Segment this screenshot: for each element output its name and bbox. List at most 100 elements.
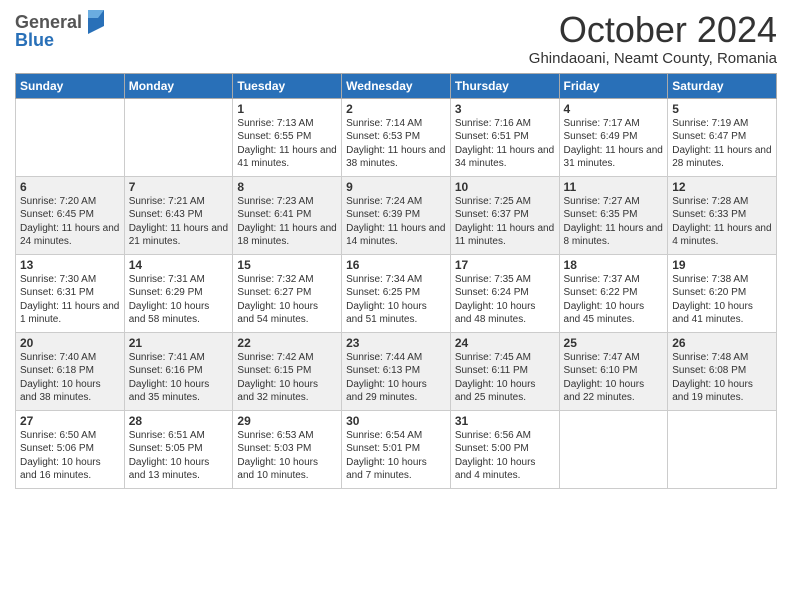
calendar-cell: 11Sunrise: 7:27 AMSunset: 6:35 PMDayligh… <box>559 176 668 254</box>
calendar-cell: 17Sunrise: 7:35 AMSunset: 6:24 PMDayligh… <box>450 254 559 332</box>
calendar-cell: 8Sunrise: 7:23 AMSunset: 6:41 PMDaylight… <box>233 176 342 254</box>
calendar-cell: 29Sunrise: 6:53 AMSunset: 5:03 PMDayligh… <box>233 410 342 488</box>
day-number: 26 <box>672 336 772 350</box>
calendar-cell: 15Sunrise: 7:32 AMSunset: 6:27 PMDayligh… <box>233 254 342 332</box>
logo-icon <box>84 8 106 34</box>
day-number: 31 <box>455 414 555 428</box>
day-number: 20 <box>20 336 120 350</box>
calendar-cell: 3Sunrise: 7:16 AMSunset: 6:51 PMDaylight… <box>450 98 559 176</box>
day-info: Sunrise: 7:20 AMSunset: 6:45 PMDaylight:… <box>20 195 120 249</box>
day-number: 22 <box>237 336 337 350</box>
calendar-cell: 12Sunrise: 7:28 AMSunset: 6:33 PMDayligh… <box>668 176 777 254</box>
day-number: 27 <box>20 414 120 428</box>
calendar-cell: 9Sunrise: 7:24 AMSunset: 6:39 PMDaylight… <box>342 176 451 254</box>
day-info: Sunrise: 7:30 AMSunset: 6:31 PMDaylight:… <box>20 273 120 327</box>
day-number: 18 <box>564 258 664 272</box>
day-number: 25 <box>564 336 664 350</box>
day-info: Sunrise: 7:35 AMSunset: 6:24 PMDaylight:… <box>455 273 555 327</box>
day-info: Sunrise: 6:50 AMSunset: 5:06 PMDaylight:… <box>20 429 120 483</box>
day-number: 8 <box>237 180 337 194</box>
calendar-cell: 10Sunrise: 7:25 AMSunset: 6:37 PMDayligh… <box>450 176 559 254</box>
day-number: 24 <box>455 336 555 350</box>
calendar-cell: 18Sunrise: 7:37 AMSunset: 6:22 PMDayligh… <box>559 254 668 332</box>
calendar-cell: 2Sunrise: 7:14 AMSunset: 6:53 PMDaylight… <box>342 98 451 176</box>
calendar-cell: 14Sunrise: 7:31 AMSunset: 6:29 PMDayligh… <box>124 254 233 332</box>
calendar-week-4: 20Sunrise: 7:40 AMSunset: 6:18 PMDayligh… <box>16 332 777 410</box>
day-info: Sunrise: 7:45 AMSunset: 6:11 PMDaylight:… <box>455 351 555 405</box>
day-number: 21 <box>129 336 229 350</box>
calendar-cell: 24Sunrise: 7:45 AMSunset: 6:11 PMDayligh… <box>450 332 559 410</box>
day-info: Sunrise: 6:51 AMSunset: 5:05 PMDaylight:… <box>129 429 229 483</box>
calendar-cell: 28Sunrise: 6:51 AMSunset: 5:05 PMDayligh… <box>124 410 233 488</box>
day-number: 17 <box>455 258 555 272</box>
day-info: Sunrise: 7:13 AMSunset: 6:55 PMDaylight:… <box>237 117 337 171</box>
day-number: 3 <box>455 102 555 116</box>
calendar-week-3: 13Sunrise: 7:30 AMSunset: 6:31 PMDayligh… <box>16 254 777 332</box>
day-info: Sunrise: 7:25 AMSunset: 6:37 PMDaylight:… <box>455 195 555 249</box>
day-number: 7 <box>129 180 229 194</box>
day-number: 10 <box>455 180 555 194</box>
calendar-cell: 16Sunrise: 7:34 AMSunset: 6:25 PMDayligh… <box>342 254 451 332</box>
day-info: Sunrise: 7:24 AMSunset: 6:39 PMDaylight:… <box>346 195 446 249</box>
calendar-cell: 25Sunrise: 7:47 AMSunset: 6:10 PMDayligh… <box>559 332 668 410</box>
day-info: Sunrise: 7:23 AMSunset: 6:41 PMDaylight:… <box>237 195 337 249</box>
calendar-header-row: SundayMondayTuesdayWednesdayThursdayFrid… <box>16 73 777 98</box>
calendar-week-2: 6Sunrise: 7:20 AMSunset: 6:45 PMDaylight… <box>16 176 777 254</box>
calendar-cell: 19Sunrise: 7:38 AMSunset: 6:20 PMDayligh… <box>668 254 777 332</box>
day-number: 13 <box>20 258 120 272</box>
day-info: Sunrise: 7:17 AMSunset: 6:49 PMDaylight:… <box>564 117 664 171</box>
calendar-cell <box>668 410 777 488</box>
day-info: Sunrise: 7:21 AMSunset: 6:43 PMDaylight:… <box>129 195 229 249</box>
day-info: Sunrise: 7:38 AMSunset: 6:20 PMDaylight:… <box>672 273 772 327</box>
day-info: Sunrise: 7:37 AMSunset: 6:22 PMDaylight:… <box>564 273 664 327</box>
calendar-cell: 13Sunrise: 7:30 AMSunset: 6:31 PMDayligh… <box>16 254 125 332</box>
day-info: Sunrise: 7:47 AMSunset: 6:10 PMDaylight:… <box>564 351 664 405</box>
day-info: Sunrise: 7:34 AMSunset: 6:25 PMDaylight:… <box>346 273 446 327</box>
day-number: 16 <box>346 258 446 272</box>
logo: General Blue <box>15 10 106 51</box>
day-info: Sunrise: 7:41 AMSunset: 6:16 PMDaylight:… <box>129 351 229 405</box>
calendar-cell: 31Sunrise: 6:56 AMSunset: 5:00 PMDayligh… <box>450 410 559 488</box>
calendar-cell: 1Sunrise: 7:13 AMSunset: 6:55 PMDaylight… <box>233 98 342 176</box>
calendar-table: SundayMondayTuesdayWednesdayThursdayFrid… <box>15 73 777 489</box>
calendar-cell <box>124 98 233 176</box>
title-block: October 2024 Ghindaoani, Neamt County, R… <box>529 10 777 67</box>
calendar-cell: 20Sunrise: 7:40 AMSunset: 6:18 PMDayligh… <box>16 332 125 410</box>
day-number: 9 <box>346 180 446 194</box>
calendar-cell <box>559 410 668 488</box>
month-title: October 2024 <box>529 10 777 50</box>
day-number: 14 <box>129 258 229 272</box>
day-info: Sunrise: 7:19 AMSunset: 6:47 PMDaylight:… <box>672 117 772 171</box>
day-info: Sunrise: 7:27 AMSunset: 6:35 PMDaylight:… <box>564 195 664 249</box>
day-number: 30 <box>346 414 446 428</box>
day-number: 28 <box>129 414 229 428</box>
calendar-cell: 22Sunrise: 7:42 AMSunset: 6:15 PMDayligh… <box>233 332 342 410</box>
day-info: Sunrise: 7:14 AMSunset: 6:53 PMDaylight:… <box>346 117 446 171</box>
calendar-week-5: 27Sunrise: 6:50 AMSunset: 5:06 PMDayligh… <box>16 410 777 488</box>
day-number: 29 <box>237 414 337 428</box>
calendar-cell <box>16 98 125 176</box>
day-info: Sunrise: 7:48 AMSunset: 6:08 PMDaylight:… <box>672 351 772 405</box>
day-header-wednesday: Wednesday <box>342 73 451 98</box>
day-number: 15 <box>237 258 337 272</box>
day-info: Sunrise: 6:56 AMSunset: 5:00 PMDaylight:… <box>455 429 555 483</box>
day-header-monday: Monday <box>124 73 233 98</box>
calendar-cell: 7Sunrise: 7:21 AMSunset: 6:43 PMDaylight… <box>124 176 233 254</box>
calendar-cell: 26Sunrise: 7:48 AMSunset: 6:08 PMDayligh… <box>668 332 777 410</box>
day-number: 2 <box>346 102 446 116</box>
day-info: Sunrise: 7:16 AMSunset: 6:51 PMDaylight:… <box>455 117 555 171</box>
calendar-cell: 21Sunrise: 7:41 AMSunset: 6:16 PMDayligh… <box>124 332 233 410</box>
day-info: Sunrise: 7:31 AMSunset: 6:29 PMDaylight:… <box>129 273 229 327</box>
calendar-cell: 23Sunrise: 7:44 AMSunset: 6:13 PMDayligh… <box>342 332 451 410</box>
day-number: 19 <box>672 258 772 272</box>
day-header-saturday: Saturday <box>668 73 777 98</box>
day-info: Sunrise: 7:32 AMSunset: 6:27 PMDaylight:… <box>237 273 337 327</box>
day-info: Sunrise: 7:28 AMSunset: 6:33 PMDaylight:… <box>672 195 772 249</box>
calendar-cell: 5Sunrise: 7:19 AMSunset: 6:47 PMDaylight… <box>668 98 777 176</box>
calendar-cell: 6Sunrise: 7:20 AMSunset: 6:45 PMDaylight… <box>16 176 125 254</box>
day-header-friday: Friday <box>559 73 668 98</box>
day-number: 1 <box>237 102 337 116</box>
page-header: General Blue October 2024 Ghindaoani, Ne… <box>15 10 777 67</box>
location-text: Ghindaoani, Neamt County, Romania <box>529 50 777 67</box>
day-number: 23 <box>346 336 446 350</box>
